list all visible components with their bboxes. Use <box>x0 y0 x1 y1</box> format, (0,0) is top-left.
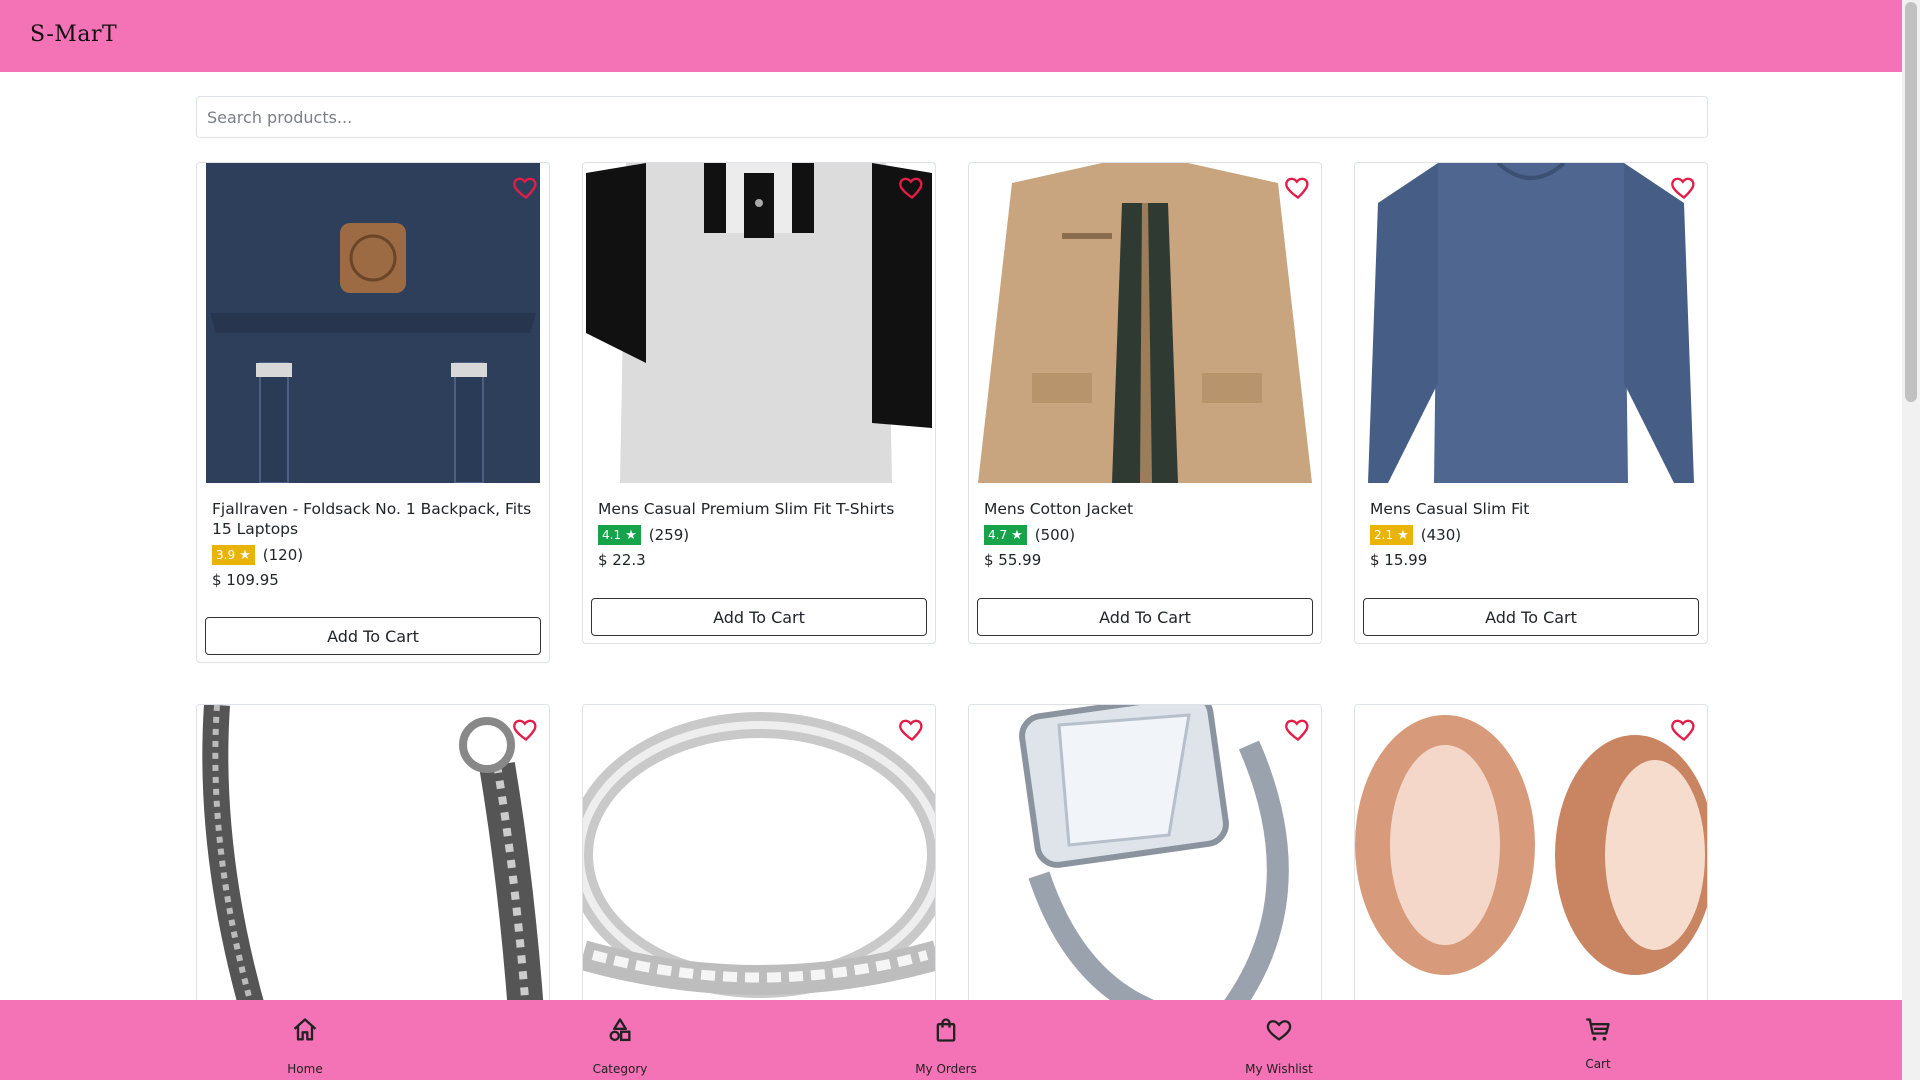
wishlist-heart-icon[interactable] <box>897 173 927 201</box>
product-image-diamond-ring[interactable] <box>969 705 1321 1023</box>
shapes-icon <box>609 1018 631 1042</box>
product-card <box>968 704 1322 1024</box>
product-image-tshirt[interactable] <box>586 163 932 483</box>
product-image-rose-gold-plugs[interactable] <box>1355 705 1707 1023</box>
product-card: Mens Casual Slim Fit 2.1 ★ (430) $ 15.99 … <box>1354 162 1708 644</box>
nav-label: Home <box>287 1062 323 1076</box>
product-card: Mens Casual Premium Slim Fit T-Shirts 4.… <box>582 162 936 644</box>
product-price: $ 109.95 <box>212 571 279 589</box>
product-title[interactable]: Mens Casual Slim Fit <box>1370 499 1695 519</box>
product-price: $ 15.99 <box>1370 551 1428 569</box>
add-to-cart-button[interactable]: Add To Cart <box>591 598 927 636</box>
brand-logo[interactable]: S-MarT <box>30 22 117 47</box>
product-image-band-ring[interactable] <box>583 705 935 1023</box>
product-card <box>196 704 550 1024</box>
product-image-backpack[interactable] <box>200 163 546 483</box>
product-price: $ 55.99 <box>984 551 1042 569</box>
rating-badge: 4.1 ★ <box>598 525 641 545</box>
star-icon: ★ <box>1397 527 1409 543</box>
product-title[interactable]: Mens Casual Premium Slim Fit T-Shirts <box>598 499 923 519</box>
rating-value: 3.9 <box>216 548 236 562</box>
product-title[interactable]: Fjallraven - Foldsack No. 1 Backpack, Fi… <box>212 499 537 539</box>
wishlist-heart-icon[interactable] <box>1669 173 1699 201</box>
product-card: Mens Cotton Jacket 4.7 ★ (500) $ 55.99 Ad… <box>968 162 1322 644</box>
shopping-bag-icon <box>936 1018 956 1042</box>
star-icon: ★ <box>1011 527 1023 543</box>
add-to-cart-button[interactable]: Add To Cart <box>977 598 1313 636</box>
bottom-navbar: Home Category My Orders My Wishlist Cart <box>0 1000 1902 1080</box>
home-icon <box>293 1018 317 1041</box>
nav-label: My Wishlist <box>1245 1062 1313 1076</box>
star-icon: ★ <box>625 527 637 543</box>
rating-value: 4.7 <box>988 528 1008 542</box>
cart-icon <box>1586 1018 1610 1041</box>
rating-badge: 2.1 ★ <box>1370 525 1413 545</box>
rating-badge: 3.9 ★ <box>212 545 255 565</box>
wishlist-heart-icon[interactable] <box>897 715 927 743</box>
product-card <box>582 704 936 1024</box>
review-count: (430) <box>1420 526 1462 544</box>
nav-my-orders[interactable]: My Orders <box>876 1000 1016 1080</box>
nav-label: Cart <box>1585 1057 1611 1071</box>
nav-label: Category <box>592 1062 648 1076</box>
wishlist-heart-icon[interactable] <box>1669 715 1699 743</box>
nav-home[interactable]: Home <box>235 1000 375 1080</box>
review-count: (259) <box>648 526 690 544</box>
review-count: (120) <box>262 546 304 564</box>
wishlist-heart-icon[interactable] <box>1283 173 1313 201</box>
nav-my-wishlist[interactable]: My Wishlist <box>1209 1000 1349 1080</box>
add-to-cart-button[interactable]: Add To Cart <box>205 617 541 655</box>
product-image-bracelet[interactable] <box>197 705 549 1023</box>
wishlist-heart-icon[interactable] <box>1283 715 1313 743</box>
rating-badge: 4.7 ★ <box>984 525 1027 545</box>
scrollbar-thumb[interactable] <box>1905 2 1917 402</box>
review-count: (500) <box>1034 526 1076 544</box>
top-navbar: S-MarT <box>0 0 1902 72</box>
search-input[interactable] <box>196 96 1708 138</box>
rating-value: 4.1 <box>602 528 622 542</box>
product-image-jacket[interactable] <box>972 163 1318 483</box>
wishlist-heart-icon[interactable] <box>511 173 541 201</box>
add-to-cart-button[interactable]: Add To Cart <box>1363 598 1699 636</box>
nav-label: My Orders <box>915 1062 977 1076</box>
rating-value: 2.1 <box>1374 528 1394 542</box>
product-card <box>1354 704 1708 1024</box>
product-image-long-sleeve-shirt[interactable] <box>1358 163 1704 483</box>
nav-category[interactable]: Category <box>550 1000 690 1080</box>
star-icon: ★ <box>239 547 251 563</box>
product-price: $ 22.3 <box>598 551 646 569</box>
nav-cart[interactable]: Cart <box>1528 1000 1668 1080</box>
wishlist-heart-icon[interactable] <box>511 715 541 743</box>
page-scrollbar[interactable] <box>1902 0 1920 1080</box>
product-title[interactable]: Mens Cotton Jacket <box>984 499 1309 519</box>
heart-icon <box>1266 1020 1292 1041</box>
product-card: Fjallraven - Foldsack No. 1 Backpack, Fi… <box>196 162 550 663</box>
